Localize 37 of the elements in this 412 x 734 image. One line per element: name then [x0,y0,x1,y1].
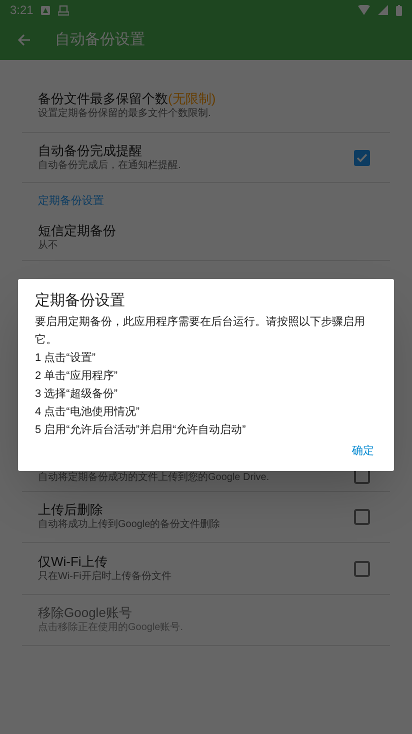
step-text: 5 启用“允许后台活动”并启用“允许自动启动” [35,422,246,438]
ok-button[interactable]: 确定 [348,441,378,462]
setting-title: 仅Wi-Fi上传 [38,554,108,570]
setting-title: 备份文件最多保留个数 [38,91,168,107]
setting-title: 短信定期备份 [38,222,116,238]
setting-description: 只在Wi-Fi开启时上传备份文件 [38,570,172,584]
setting-title: 自动备份完成提醒 [38,142,142,158]
wifi-icon [358,5,370,15]
setting-description: 设置定期备份保留的最多文件个数限制. [38,107,212,121]
dialog-message: 要启用定期备份，此应用程序需要在后台运行。请按照以下步骤启用它。 [35,314,366,348]
step-text: 4 点击“电池使用情况” [35,404,140,420]
clock: 3:21 [10,2,34,19]
settings-row[interactable]: 自动备份完成提醒 自动备份完成后，在通知栏提醒. [22,133,390,183]
dialog-title: 定期备份设置 [35,291,125,311]
settings-row[interactable]: 上传后删除 自动将成功上传到Google的备份文件删除 [22,492,390,543]
notification-icon [41,6,50,14]
signal-icon [378,5,388,15]
checkbox[interactable] [353,148,371,166]
step-text: 1 点击“设置” [35,350,96,366]
back-icon[interactable] [17,33,31,47]
settings-row[interactable]: 短信定期备份 从不 [22,215,390,261]
checkbox[interactable] [353,560,371,578]
battery-icon [396,4,402,16]
setting-title: 移除Google账号 [38,605,132,621]
setting-description: 从不 [38,238,59,252]
section-header: 定期备份设置 [38,194,104,208]
step-text: 2 单击“应用程序” [35,368,118,384]
setting-description: 自动备份完成后，在通知栏提醒. [38,158,182,172]
setting-description: 自动将成功上传到Google的备份文件删除 [38,518,222,532]
settings-row[interactable]: 备份文件最多保留个数(无限制) 设置定期备份保留的最多文件个数限制. [22,80,390,133]
checkbox[interactable] [353,508,371,526]
screen-title: 自动备份设置 [55,30,145,50]
step-text: 3 选择“超级备份” [35,387,118,402]
limit-value: (无限制) [168,91,216,107]
settings-row[interactable]: 仅Wi-Fi上传 只在Wi-Fi开启时上传备份文件 [22,543,390,595]
setting-title: 上传后删除 [38,502,103,518]
printer-icon [58,4,70,16]
